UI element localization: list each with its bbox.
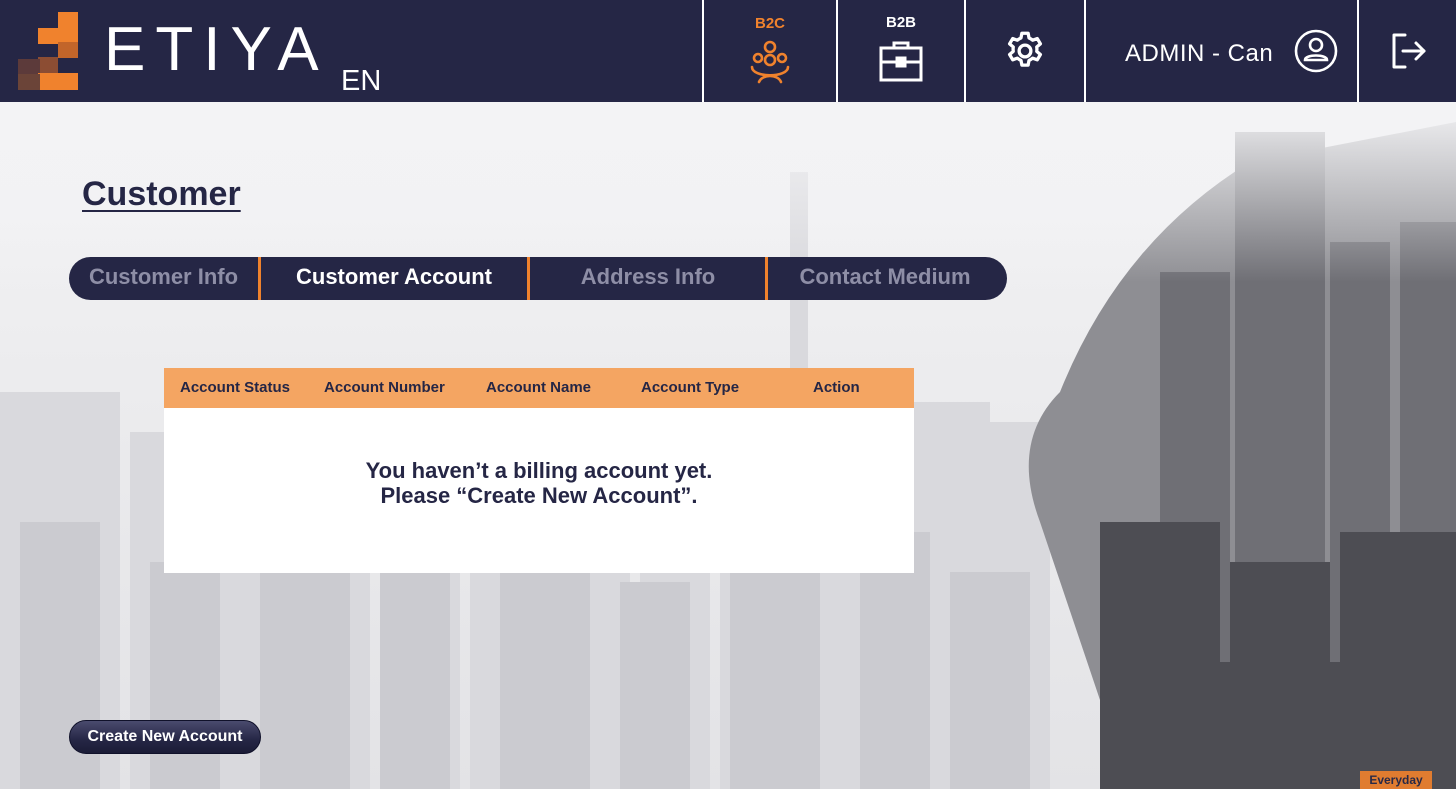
top-header: ETIYA EN B2C B2B ADMIN - Can: [0, 0, 1456, 102]
brand-name: ETIYA: [104, 15, 329, 84]
column-account-status[interactable]: Account Status: [180, 368, 290, 408]
nav-b2b-label: B2B: [885, 14, 916, 31]
tab-contact-medium[interactable]: Contact Medium: [768, 257, 1002, 300]
language-selector[interactable]: EN: [341, 64, 381, 98]
empty-state-line-2: Please “Create New Account”.: [380, 483, 698, 508]
etiya-logo[interactable]: [18, 12, 80, 90]
nav-b2c-label: B2C: [754, 15, 785, 32]
people-group-icon: [750, 40, 790, 84]
footer-tag: Everyday: [1360, 771, 1432, 789]
tab-customer-info[interactable]: Customer Info: [69, 257, 258, 300]
nav-b2b[interactable]: B2B: [838, 0, 964, 102]
user-circle-icon: [1294, 29, 1338, 73]
user-menu[interactable]: ADMIN - Can: [1086, 0, 1357, 102]
column-account-name[interactable]: Account Name: [486, 368, 591, 408]
empty-state-message: You haven’t a billing account yet. Pleas…: [164, 458, 914, 508]
tab-customer-account[interactable]: Customer Account: [261, 257, 527, 300]
gear-icon: [1007, 31, 1043, 67]
briefcase-icon: [879, 41, 923, 82]
create-new-account-button[interactable]: Create New Account: [69, 720, 261, 754]
page-title: Customer: [82, 175, 241, 213]
logout-icon: [1392, 33, 1425, 69]
column-action[interactable]: Action: [813, 368, 860, 408]
column-account-number[interactable]: Account Number: [324, 368, 445, 408]
nav-b2c[interactable]: B2C: [704, 0, 836, 102]
logout-button[interactable]: [1359, 0, 1456, 102]
settings-button[interactable]: [966, 0, 1084, 102]
table-header: Account Status Account Number Account Na…: [164, 368, 914, 408]
empty-state-line-1: You haven’t a billing account yet.: [365, 458, 713, 483]
customer-tabs: Customer Info Customer Account Address I…: [69, 257, 1007, 300]
column-account-type[interactable]: Account Type: [641, 368, 739, 408]
tab-address-info[interactable]: Address Info: [530, 257, 766, 300]
accounts-table: Account Status Account Number Account Na…: [164, 368, 914, 573]
user-name: ADMIN - Can: [1125, 40, 1274, 67]
